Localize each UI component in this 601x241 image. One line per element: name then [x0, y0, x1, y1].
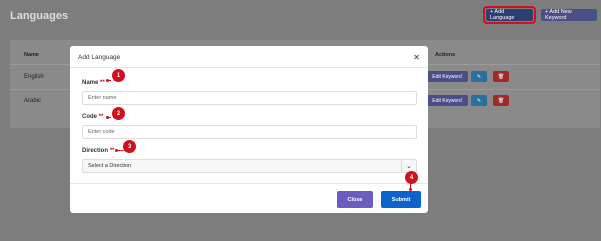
annotation-leader — [108, 117, 116, 119]
code-input[interactable]: Enter code — [82, 125, 417, 139]
close-button[interactable]: Close — [337, 191, 373, 208]
column-header-name: Name — [24, 52, 39, 58]
edit-icon[interactable]: ✎ — [471, 71, 487, 82]
highlight-box — [483, 6, 536, 24]
annotation-leader — [108, 80, 117, 82]
annotation-dot — [106, 116, 109, 119]
page-title: Languages — [10, 10, 69, 22]
table-cell-name: English — [24, 74, 44, 80]
modal-divider — [70, 67, 428, 68]
annotation-dot — [115, 149, 118, 152]
add-keyword-button[interactable]: + Add New Keyword — [541, 9, 597, 21]
edit-keyword-button[interactable]: Edit Keyword — [426, 71, 468, 82]
close-icon[interactable]: ✕ — [413, 53, 420, 62]
table-cell-name: Arabic — [24, 98, 42, 104]
direction-select[interactable]: Select a Direction ⌄ — [82, 159, 417, 173]
submit-button[interactable]: Submit — [381, 191, 421, 208]
edit-icon[interactable]: ✎ — [471, 95, 487, 106]
name-input[interactable]: Enter name — [82, 91, 417, 105]
chevron-down-icon: ⌄ — [401, 160, 416, 172]
name-label: Name ** — [82, 80, 105, 86]
code-label: Code ** — [82, 114, 104, 120]
annotation-dot — [106, 79, 109, 82]
modal-title: Add Language — [78, 54, 121, 61]
annotation-dot — [409, 188, 412, 191]
delete-icon[interactable]: 🗑 — [493, 71, 509, 82]
column-header-actions: Actions — [435, 52, 456, 58]
delete-icon[interactable]: 🗑 — [493, 95, 509, 106]
edit-keyword-button[interactable]: Edit Keyword — [426, 95, 468, 106]
direction-label: Direction ** — [82, 148, 115, 154]
annotation-leader — [117, 150, 127, 152]
modal-divider — [70, 183, 428, 184]
annotation-marker-4: 4 — [405, 171, 418, 184]
